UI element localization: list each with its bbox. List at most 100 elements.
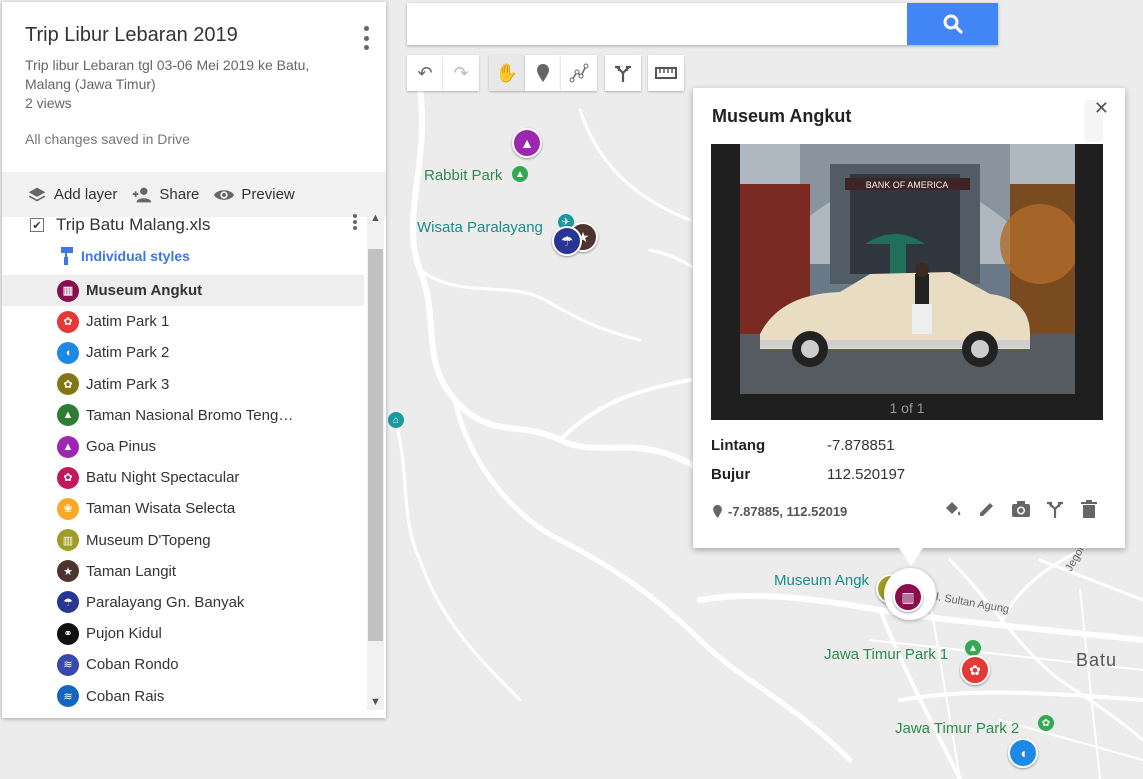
motorbike-icon: ⚭ [57, 622, 79, 645]
preview-button[interactable]: Preview [213, 184, 295, 206]
map-label-jawa-timur-park-1[interactable]: Jawa Timur Park 1 [824, 646, 948, 663]
feature-label: Coban Rondo [86, 656, 179, 674]
drawing-tools-group: ✋ [489, 55, 597, 91]
layer-scrollbar[interactable]: ▲ ▼ [367, 209, 384, 710]
measure-tool-group [648, 55, 684, 91]
mountain-icon: ▲ [57, 404, 79, 427]
paralayang-marker[interactable]: ☂ [552, 226, 582, 256]
feature-label: Museum Angkut [86, 282, 203, 300]
map-details-panel: Trip Libur Lebaran 2019 Trip libur Lebar… [2, 2, 386, 718]
museum-angkut-marker[interactable]: ▥ [893, 582, 923, 612]
tourism-poi-icon-2[interactable]: ⌂ [388, 412, 404, 428]
feature-item[interactable]: ☂ Paralayang Gn. Banyak [2, 587, 364, 618]
share-button[interactable]: Share [131, 184, 199, 206]
location-pin-icon [713, 505, 722, 518]
scroll-thumb[interactable] [368, 249, 383, 641]
eye-icon [214, 189, 235, 200]
goa-pinus-marker[interactable]: ▲ [512, 128, 542, 158]
photo-viewer: BANK OF AMERICA 1 of 1 [711, 144, 1103, 420]
map-label-museum-angkut[interactable]: Museum Angk [774, 572, 869, 589]
latitude-value: -7.878851 [827, 437, 895, 454]
add-layer-button[interactable]: Add layer [26, 184, 117, 206]
photo-counter: 1 of 1 [889, 400, 925, 416]
draw-line-button[interactable] [561, 55, 597, 91]
search-button[interactable] [907, 3, 998, 45]
feature-label: Taman Wisata Selecta [86, 500, 236, 518]
layer-options-menu-icon[interactable] [352, 214, 358, 230]
undo-button[interactable]: ↶ [407, 55, 443, 91]
delete-trash-icon[interactable] [1079, 498, 1099, 520]
search-bar [407, 3, 998, 45]
close-icon[interactable]: ✕ [1094, 98, 1109, 119]
park-poi-icon-2[interactable]: ▲ [965, 640, 981, 656]
scroll-up-arrow-icon[interactable]: ▲ [367, 209, 384, 226]
zoo-poi-icon[interactable]: ✿ [1038, 715, 1054, 731]
feature-label: Goa Pinus [86, 438, 157, 456]
map-label-jawa-timur-park-2[interactable]: Jawa Timur Park 2 [895, 720, 1019, 737]
feature-item[interactable]: ⚭ Pujon Kidul [2, 618, 364, 649]
individual-styles-link[interactable]: Individual styles [2, 241, 386, 271]
feature-list: ▥ Museum Angkut ✿ Jatim Park 1 ◖ Jatim Park 2… [2, 275, 386, 712]
camera-icon[interactable] [1011, 498, 1031, 520]
marker-icon [537, 64, 549, 82]
scroll-down-arrow-icon[interactable]: ▼ [367, 693, 384, 710]
share-label: Share [159, 186, 200, 203]
map-description[interactable]: Trip libur Lebaran tgl 03-06 Mei 2019 ke… [25, 56, 335, 94]
longitude-label: Bujur [711, 466, 751, 483]
flower-icon: ❀ [57, 497, 79, 520]
map-label-wisata-paralayang[interactable]: Wisata Paralayang [417, 219, 543, 236]
redo-icon: ↷ [453, 62, 469, 83]
directions-icon[interactable] [1045, 498, 1065, 520]
feature-item[interactable]: ✿ Batu Night Spectacular [2, 462, 364, 493]
feature-info-window: Museum Angkut ✕ BANK OF AMERICA 1 of 1 L… [693, 88, 1125, 566]
style-paint-bucket-icon[interactable] [943, 498, 963, 520]
longitude-row: Bujur 112.520197 [711, 466, 905, 483]
paraglider-icon: ☂ [57, 591, 79, 614]
info-actions [943, 498, 1099, 520]
feature-item[interactable]: ◖ Jatim Park 2 [2, 337, 364, 368]
feature-label: Coban Rais [86, 687, 165, 705]
add-layer-label: Add layer [54, 186, 118, 203]
jatim-park-2-marker[interactable]: ◖ [1008, 738, 1038, 768]
feature-item[interactable]: ≋ Coban Rais [2, 680, 364, 711]
map-label-rabbit-park[interactable]: Rabbit Park [424, 167, 502, 184]
waterfall-icon: ≋ [57, 685, 79, 708]
feature-item[interactable]: ≋ Coban Rondo [2, 649, 364, 680]
preview-label: Preview [241, 186, 295, 203]
waterfall-icon: ≋ [57, 653, 79, 676]
map-options-menu-icon[interactable] [362, 26, 370, 50]
feature-item[interactable]: ★ Taman Langit [2, 556, 364, 587]
pan-tool-button[interactable]: ✋ [489, 55, 525, 91]
layer-visibility-checkbox[interactable]: ✔ [30, 218, 44, 232]
jatim-park-1-marker[interactable]: ✿ [960, 655, 990, 685]
feature-item[interactable]: ▥ Museum D'Topeng [2, 525, 364, 556]
directions-tool-group [605, 55, 641, 91]
feature-item[interactable]: ✿ Jatim Park 3 [2, 369, 364, 400]
feature-item[interactable]: ▲ Goa Pinus [2, 431, 364, 462]
feature-label: Jatim Park 3 [86, 375, 170, 393]
amusement-icon: ✿ [57, 466, 79, 489]
add-marker-button[interactable] [525, 55, 561, 91]
layers-icon [28, 187, 46, 201]
search-input[interactable] [407, 3, 907, 45]
edit-pencil-icon[interactable] [977, 498, 997, 520]
feature-item[interactable]: ✿ Jatim Park 1 [2, 306, 364, 337]
panel-header: Trip Libur Lebaran 2019 Trip libur Lebar… [2, 2, 386, 172]
feature-label: Batu Night Spectacular [86, 469, 240, 487]
feature-item[interactable]: ▥ Museum Angkut [2, 275, 364, 307]
measure-distance-button[interactable] [648, 55, 684, 91]
feature-label: Museum D'Topeng [86, 531, 211, 549]
draw-line-icon [569, 63, 589, 83]
feature-item[interactable]: ▲ Taman Nasional Bromo Teng… [2, 400, 364, 431]
amusement-icon: ✿ [57, 310, 79, 333]
save-status: All changes saved in Drive [25, 131, 190, 147]
add-directions-button[interactable] [605, 55, 641, 91]
latitude-label: Lintang [711, 437, 766, 454]
layer-name[interactable]: Trip Batu Malang.xls [56, 215, 210, 235]
museum-photo[interactable]: BANK OF AMERICA [740, 144, 1075, 394]
mountain-icon: ▲ [57, 435, 79, 458]
redo-button[interactable]: ↷ [443, 55, 479, 91]
park-poi-icon[interactable]: ▲ [512, 166, 528, 182]
feature-item[interactable]: ❀ Taman Wisata Selecta [2, 493, 364, 524]
map-title[interactable]: Trip Libur Lebaran 2019 [25, 24, 364, 47]
